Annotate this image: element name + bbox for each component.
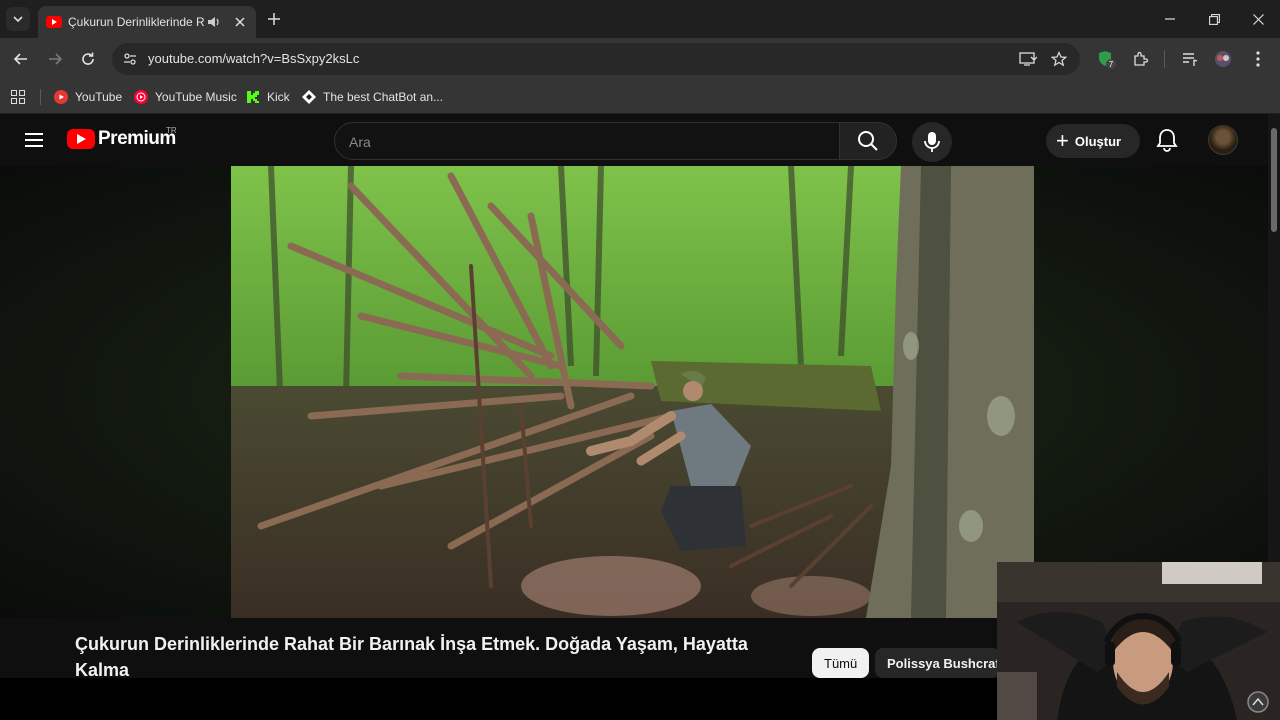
toolbar-divider: [1164, 50, 1165, 68]
video-title: Çukurun Derinliklerinde Rahat Bir Barına…: [75, 634, 748, 680]
microphone-icon: [924, 132, 940, 152]
extension-badge: 7: [1109, 60, 1114, 69]
apps-grid-icon[interactable]: [11, 87, 25, 107]
logo-text: Premium: [98, 128, 176, 149]
bookmark-youtube-music[interactable]: YouTube Music: [133, 87, 237, 107]
chip-label: Tümü: [824, 655, 858, 671]
restore-icon: [1208, 13, 1220, 25]
notifications-bell-icon[interactable]: [1156, 128, 1180, 152]
plus-icon: +: [1056, 128, 1069, 153]
bottom-area: [0, 678, 1000, 720]
bookmarks-bar: YouTube YouTube Music Kick The best Chat…: [0, 80, 1280, 114]
search-box: [334, 122, 840, 160]
url-text: youtube.com/watch?v=BsSxpy2ksLc: [148, 51, 360, 66]
restore-button[interactable]: [1204, 9, 1224, 29]
voice-search-button[interactable]: [912, 122, 952, 162]
tab-search-button[interactable]: [6, 7, 30, 31]
browser-tab[interactable]: Çukurun Derinliklerinde Rahat Bir Barına…: [38, 6, 256, 38]
install-app-icon[interactable]: [1018, 49, 1038, 69]
back-button[interactable]: [10, 48, 32, 70]
bookmark-youtube[interactable]: YouTube: [53, 87, 122, 107]
forward-button[interactable]: [44, 48, 66, 70]
youtube-header: Premium TR + Oluştur: [0, 114, 1268, 166]
bookmark-star-icon[interactable]: [1049, 49, 1069, 69]
youtube-favicon-icon: [46, 14, 62, 30]
reload-icon: [82, 52, 94, 65]
site-settings-icon[interactable]: [120, 49, 140, 69]
country-code: TR: [166, 126, 177, 135]
address-bar[interactable]: youtube.com/watch?v=BsSxpy2ksLc: [112, 43, 1080, 75]
close-icon: [1252, 13, 1264, 25]
search-button[interactable]: [839, 122, 897, 160]
chip-channel[interactable]: Polissya Bushcraft: [875, 648, 1000, 678]
bookmark-kick[interactable]: Kick: [245, 87, 290, 107]
search-input[interactable]: [349, 131, 819, 153]
close-tab-icon[interactable]: [232, 14, 248, 30]
bookmark-label: YouTube Music: [155, 90, 237, 104]
bookmark-label: Kick: [267, 90, 290, 104]
scrollbar-thumb[interactable]: [1271, 128, 1277, 232]
profile-avatar-icon[interactable]: [1212, 48, 1234, 70]
create-button[interactable]: + Oluştur: [1046, 124, 1140, 158]
plus-icon: [268, 13, 280, 25]
minimize-icon: [1165, 18, 1175, 20]
reload-button[interactable]: [77, 48, 99, 70]
chip-all[interactable]: Tümü: [812, 648, 870, 678]
browser-tab-strip: Çukurun Derinliklerinde Rahat Bir Barına…: [0, 0, 1280, 38]
chatbot-icon: [301, 89, 317, 105]
speaker-icon[interactable]: [206, 14, 222, 30]
arrow-left-icon: [13, 53, 27, 65]
media-controls-icon[interactable]: [1179, 48, 1201, 70]
webcam-overlay: [997, 562, 1280, 720]
youtube-logo[interactable]: Premium: [67, 128, 176, 150]
tab-title: Çukurun Derinliklerinde Rahat Bir Barına…: [68, 15, 204, 29]
hamburger-menu-icon[interactable]: [22, 128, 46, 152]
bookmarks-divider: [40, 89, 41, 105]
chevron-down-icon: [13, 16, 23, 23]
bookmark-chatbot[interactable]: The best ChatBot an...: [301, 87, 443, 107]
video-frame-forest-shelter: [231, 166, 1034, 618]
create-label: Oluştur: [1074, 133, 1122, 149]
bookmark-label: YouTube: [75, 90, 123, 104]
webcam-person-image: [997, 562, 1280, 720]
extensions-puzzle-icon[interactable]: [1130, 48, 1152, 70]
minimize-button[interactable]: [1160, 9, 1180, 29]
video-player[interactable]: [231, 166, 1034, 618]
bookmark-label: The best ChatBot an...: [323, 90, 444, 104]
chip-label: Polissya Bushcraft: [887, 655, 1000, 671]
account-avatar[interactable]: [1208, 125, 1238, 155]
youtube-icon: [53, 89, 69, 105]
close-window-button[interactable]: [1248, 9, 1268, 29]
kick-icon: [245, 89, 261, 105]
extension-shield-icon[interactable]: 7: [1095, 48, 1117, 70]
browser-toolbar: youtube.com/watch?v=BsSxpy2ksLc 7: [0, 38, 1280, 80]
more-menu-icon[interactable]: [1247, 48, 1269, 70]
new-tab-button[interactable]: [264, 9, 284, 29]
search-icon: [858, 131, 878, 151]
youtube-play-icon: [67, 129, 95, 149]
youtube-music-icon: [133, 89, 149, 105]
arrow-right-icon: [49, 53, 63, 65]
